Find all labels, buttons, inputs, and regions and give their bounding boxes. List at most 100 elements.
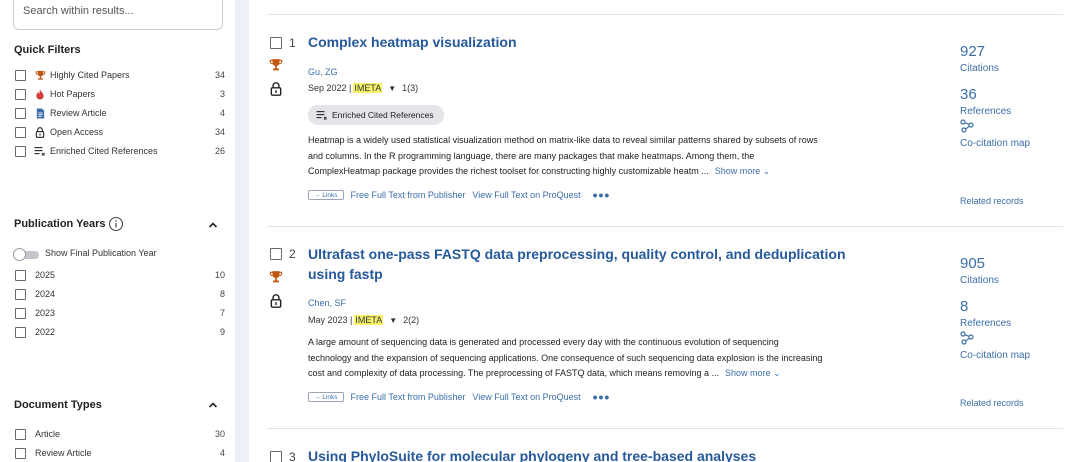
checkbox[interactable] <box>15 428 26 440</box>
trophy-icon <box>33 70 47 81</box>
document-icon <box>33 107 47 119</box>
citations-count[interactable]: 927 <box>960 43 985 60</box>
co-citation-map-link[interactable]: Co-citation map <box>960 350 1030 361</box>
citations-count[interactable]: 905 <box>960 255 985 272</box>
filter-review-article[interactable]: Review Article 4 <box>15 106 225 120</box>
caret-down-icon[interactable]: ▼ <box>389 316 397 325</box>
final-publication-year-toggle[interactable] <box>13 248 43 261</box>
lock-open-icon <box>270 82 282 96</box>
free-full-text-link[interactable]: Free Full Text from Publisher <box>351 392 466 402</box>
filter-open-access[interactable]: Open Access 34 <box>15 125 225 139</box>
record-title[interactable]: Using PhyloSuite for molecular phylogeny… <box>308 446 868 462</box>
co-citation-icon[interactable] <box>960 119 974 133</box>
filter-year-2022[interactable]: 2022 9 <box>15 325 225 339</box>
record-title[interactable]: Complex heatmap visualization <box>308 32 868 52</box>
checkbox[interactable] <box>15 326 26 338</box>
caret-down-icon[interactable]: ▼ <box>388 84 396 93</box>
toggle-label: Show Final Publication Year <box>45 248 157 258</box>
divider <box>267 428 1063 429</box>
list-icon <box>316 110 327 120</box>
co-citation-map-link[interactable]: Co-citation map <box>960 138 1030 149</box>
enriched-cited-references-badge[interactable]: Enriched Cited References <box>308 105 444 125</box>
links-button[interactable]: → Links <box>308 392 344 402</box>
record-journal[interactable]: IMETA <box>354 315 384 325</box>
citations-label: Citations <box>960 63 999 74</box>
filter-count: 7 <box>219 308 225 318</box>
trophy-icon <box>269 59 283 71</box>
links-button[interactable]: → Links <box>308 190 344 200</box>
filter-doctype-article[interactable]: Article 30 <box>15 427 225 441</box>
checkbox[interactable] <box>15 107 26 119</box>
info-icon[interactable] <box>108 216 124 232</box>
references-count[interactable]: 8 <box>960 298 968 315</box>
filter-label: Highly Cited Papers <box>50 70 130 80</box>
record-author[interactable]: Gu, ZG <box>308 67 338 77</box>
chevron-up-icon[interactable] <box>207 219 219 231</box>
record-title[interactable]: Ultrafast one-pass FASTQ data preprocess… <box>308 244 868 284</box>
column-gutter <box>235 0 249 462</box>
record-checkbox[interactable] <box>270 37 282 49</box>
related-records-link[interactable]: Related records <box>960 196 1024 206</box>
filter-year-2025[interactable]: 2025 10 <box>15 268 225 282</box>
filter-count: 26 <box>214 146 225 156</box>
citations-label: Citations <box>960 275 999 286</box>
filter-count: 8 <box>219 289 225 299</box>
related-records-link[interactable]: Related records <box>960 398 1024 408</box>
record-abstract: A large amount of sequencing data is gen… <box>308 335 864 382</box>
checkbox[interactable] <box>15 269 26 281</box>
co-citation-icon[interactable] <box>960 331 974 345</box>
trophy-icon <box>269 271 283 283</box>
checkbox[interactable] <box>15 88 26 100</box>
checkbox[interactable] <box>15 288 26 300</box>
abstract-line: technology and the expansion of sequenci… <box>308 352 823 363</box>
checkbox[interactable] <box>15 447 26 459</box>
chevron-up-icon[interactable] <box>207 399 219 411</box>
proquest-link[interactable]: View Full Text on ProQuest <box>472 190 580 200</box>
checkbox[interactable] <box>15 145 26 157</box>
record-number: 1 <box>289 36 296 50</box>
publication-years-title: Publication Years <box>14 218 106 230</box>
filter-enriched-cited-references[interactable]: Enriched Cited References 26 <box>15 144 225 158</box>
references-label: References <box>960 106 1012 117</box>
show-more-link[interactable]: Show more ⌄ <box>725 368 781 378</box>
abstract-line: and columns. In the R programming langua… <box>308 150 755 161</box>
filter-label: Enriched Cited References <box>50 146 158 156</box>
references-label: References <box>960 318 1012 329</box>
filter-label: 2023 <box>35 308 56 318</box>
more-options-icon[interactable]: ••• <box>593 390 611 404</box>
filter-year-2024[interactable]: 2024 8 <box>15 287 225 301</box>
free-full-text-link[interactable]: Free Full Text from Publisher <box>351 190 466 200</box>
filter-hot-papers[interactable]: Hot Papers 3 <box>15 87 225 101</box>
filter-count: 10 <box>214 270 225 280</box>
record-number: 2 <box>289 247 296 261</box>
lock-open-icon <box>270 294 282 308</box>
filter-count: 3 <box>219 89 225 99</box>
search-within-results[interactable] <box>13 0 223 30</box>
more-options-icon[interactable]: ••• <box>593 188 611 202</box>
results-list: 1 Complex heatmap visualization Gu, ZG S… <box>249 0 1080 462</box>
record-meta: Sep 2022 | IMETA ▼ 1(3) <box>308 83 418 93</box>
checkbox[interactable] <box>15 126 26 138</box>
references-count[interactable]: 36 <box>960 86 977 103</box>
filter-count: 34 <box>214 70 225 80</box>
filter-year-2023[interactable]: 2023 7 <box>15 306 225 320</box>
filter-highly-cited[interactable]: Highly Cited Papers 34 <box>15 68 225 82</box>
record-links-row: → Links Free Full Text from Publisher Vi… <box>308 188 611 202</box>
search-input[interactable] <box>23 5 213 17</box>
filter-label: Hot Papers <box>50 89 96 99</box>
filter-label: Review Article <box>50 108 107 118</box>
show-more-link[interactable]: Show more ⌄ <box>715 166 771 176</box>
record-checkbox[interactable] <box>270 451 282 462</box>
proquest-link[interactable]: View Full Text on ProQuest <box>472 392 580 402</box>
record-meta: May 2023 | IMETA ▼ 2(2) <box>308 315 419 325</box>
record-author[interactable]: Chen, SF <box>308 298 346 308</box>
record-journal[interactable]: IMETA <box>353 83 383 93</box>
record-checkbox[interactable] <box>270 248 282 260</box>
filter-label: 2025 <box>35 270 56 280</box>
filter-doctype-review[interactable]: Review Article 4 <box>15 446 225 460</box>
record-date: May 2023 | <box>308 315 353 325</box>
list-icon <box>33 146 47 157</box>
checkbox[interactable] <box>15 69 26 81</box>
checkbox[interactable] <box>15 307 26 319</box>
filter-sidebar: Quick Filters Highly Cited Papers 34 Hot… <box>0 0 235 462</box>
